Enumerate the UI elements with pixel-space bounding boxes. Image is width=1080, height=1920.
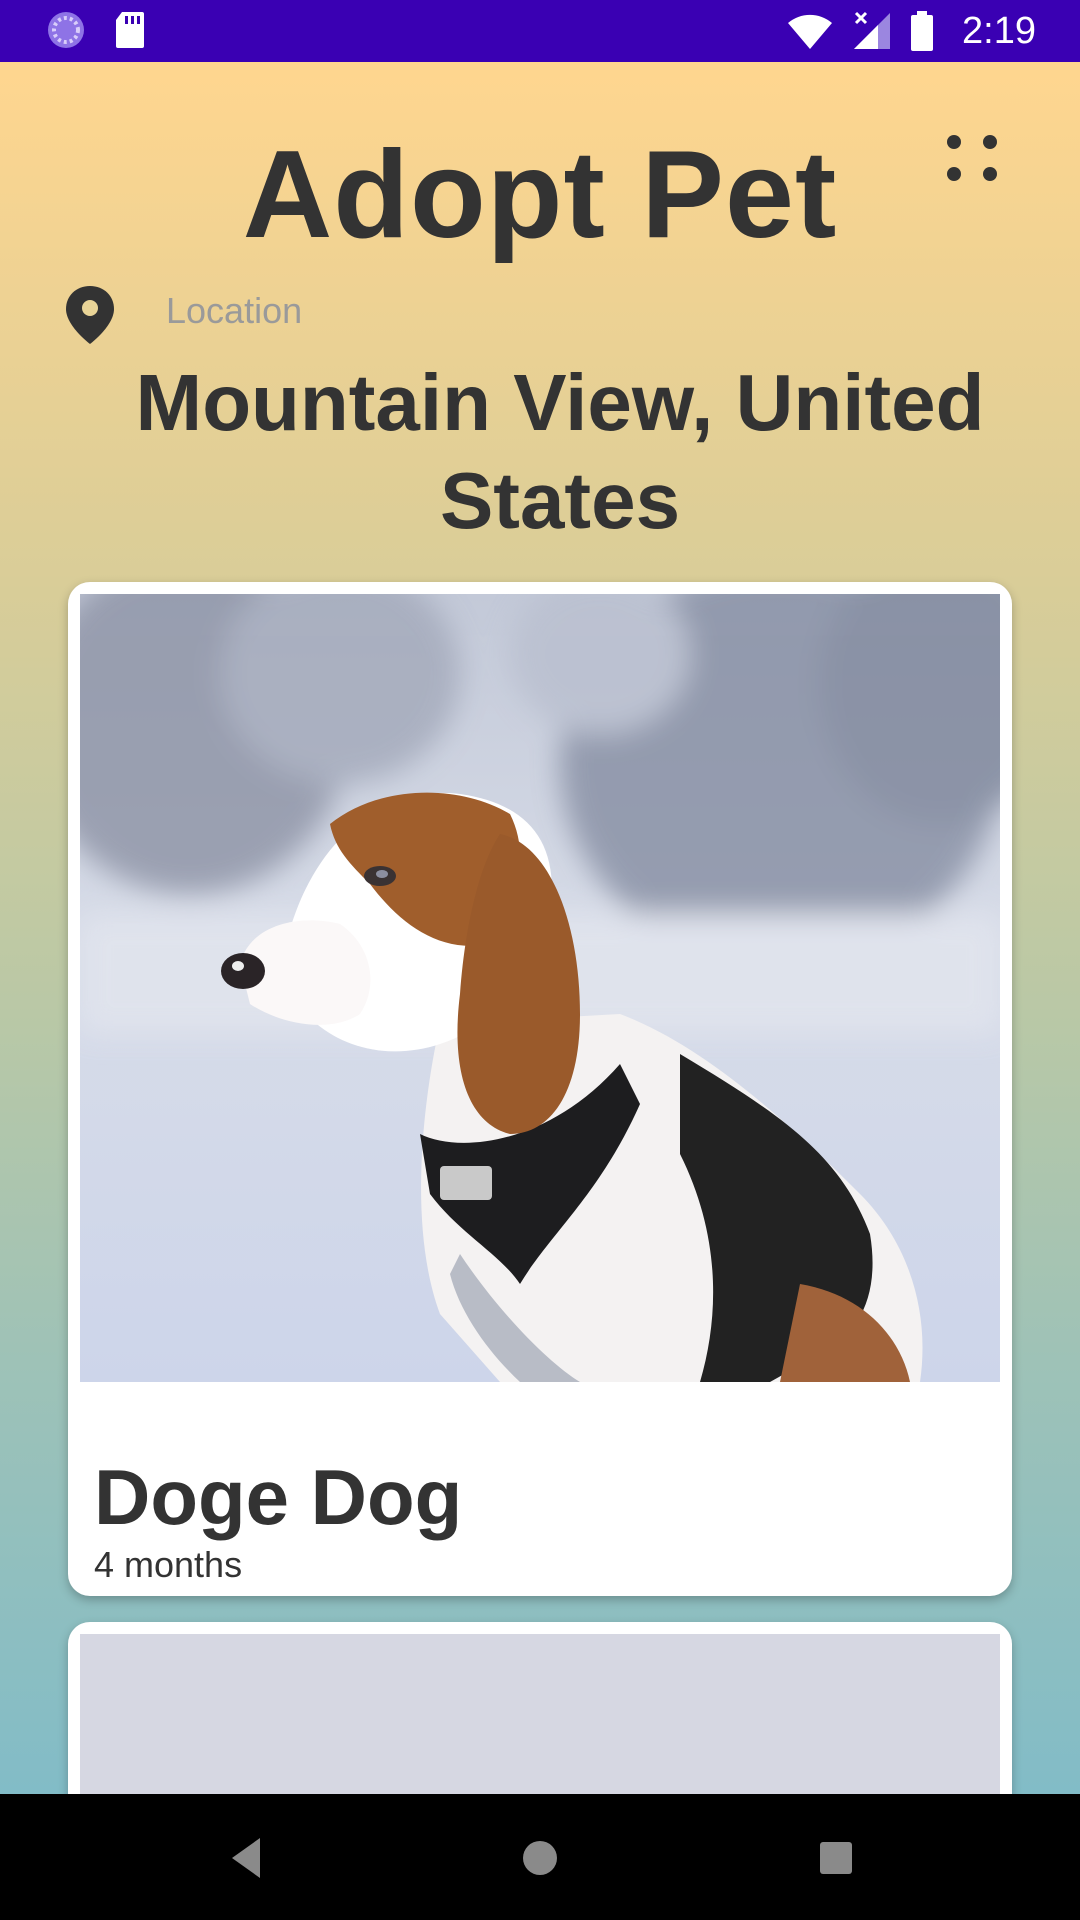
loading-icon	[48, 12, 84, 48]
pet-name: Doge Dog	[94, 1453, 463, 1541]
status-bar: 2:19	[0, 0, 1080, 62]
menu-button[interactable]	[932, 124, 1012, 204]
location-pin-icon	[66, 286, 114, 344]
status-right-icons: 2:19	[786, 0, 1036, 62]
app-content: Adopt Pet Location Mountain View, United…	[0, 62, 1080, 1794]
home-icon[interactable]	[510, 1828, 570, 1888]
grid-dots-icon	[947, 135, 997, 181]
system-nav-bar	[0, 1794, 1080, 1920]
location-label: Location	[166, 290, 303, 331]
battery-icon	[911, 11, 934, 51]
pet-age: 4 months	[94, 1544, 243, 1585]
pet-photo	[80, 1634, 1000, 1794]
cell-signal-icon	[854, 11, 891, 49]
sd-card-icon	[116, 12, 144, 48]
page-title: Adopt Pet	[242, 126, 838, 264]
status-time: 2:19	[962, 9, 1036, 52]
status-left-icons	[46, 10, 146, 50]
pet-card[interactable]	[68, 1622, 1012, 1794]
pet-card[interactable]: Doge Dog 4 months	[68, 582, 1012, 1596]
pet-photo	[80, 594, 1000, 1382]
back-icon[interactable]	[216, 1828, 276, 1888]
wifi-icon	[788, 14, 833, 50]
location-value: Mountain View, United States	[135, 358, 985, 545]
recents-icon[interactable]	[806, 1828, 866, 1888]
